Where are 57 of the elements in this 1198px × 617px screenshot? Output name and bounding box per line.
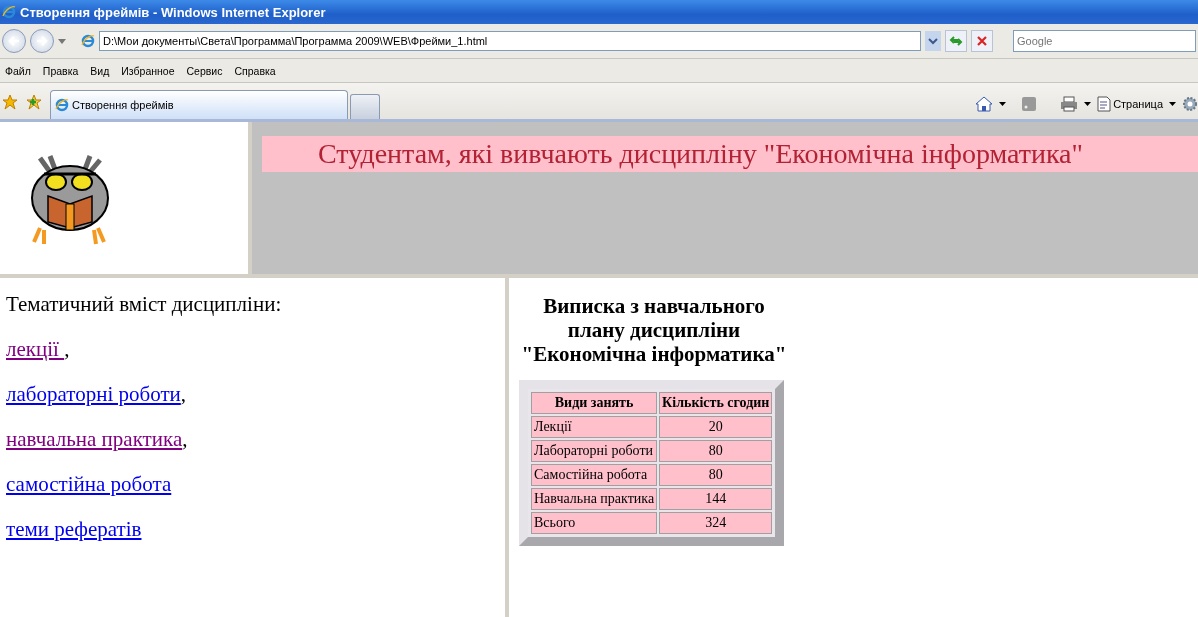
table-cell: 80: [659, 464, 773, 487]
settings-icon[interactable]: [1182, 96, 1198, 112]
comma-text: ,: [64, 337, 70, 361]
column-header: Кількість сгодин: [659, 392, 773, 415]
printer-icon[interactable]: [1060, 96, 1079, 112]
comma-text: ,: [180, 382, 187, 406]
section-heading: Тематичний вміст дисципліни:: [6, 292, 282, 316]
back-button[interactable]: [2, 29, 26, 53]
window-title: Створення фреймів - Windows Internet Explorer: [20, 4, 326, 20]
table-cell: 324: [659, 512, 773, 535]
back-arrow-icon: [7, 35, 21, 47]
table-cell: Всього: [531, 512, 658, 535]
topic-link[interactable]: теми рефератів: [6, 517, 142, 541]
search-field[interactable]: Google: [1013, 30, 1196, 52]
forward-arrow-icon: [35, 35, 49, 47]
browser-tab[interactable]: Створення фреймів: [50, 90, 348, 119]
table-cell: Лабораторні роботи: [531, 440, 658, 463]
caret-icon[interactable]: [999, 102, 1007, 106]
caret-icon[interactable]: [1084, 102, 1092, 106]
topic-link[interactable]: лабораторні роботи: [6, 382, 181, 406]
page-icon: [1097, 96, 1112, 112]
topic-link[interactable]: лекції: [6, 337, 65, 361]
menu-item[interactable]: Избранное: [116, 64, 182, 77]
star-icon[interactable]: [2, 94, 18, 110]
stop-button[interactable]: [971, 30, 993, 52]
banner-text: Студентам, які вивчають дисципліну "Економічна інформатика": [262, 136, 1198, 172]
topic-link[interactable]: самостійна робота: [6, 472, 172, 496]
caret-icon[interactable]: [1169, 102, 1176, 106]
ie-logo-icon: [81, 34, 95, 48]
page-menu-button[interactable]: Страница: [1097, 96, 1163, 112]
menu-item[interactable]: Вид: [85, 64, 117, 77]
table-cell: 144: [659, 488, 773, 511]
new-tab-button[interactable]: [350, 94, 380, 119]
comma-text: ,: [182, 427, 188, 451]
forward-button[interactable]: [30, 29, 54, 53]
dropdown-arrow-icon[interactable]: [58, 38, 66, 44]
ie-logo-icon: [2, 5, 16, 19]
table-cell: 80: [659, 440, 773, 463]
content-heading: Виписка з навчального плану дисципліни "Економічна інформатика": [520, 294, 788, 367]
table-cell: Самостійна робота: [531, 464, 658, 487]
menu-item[interactable]: Справка: [229, 64, 283, 77]
home-icon[interactable]: [975, 96, 994, 112]
table-cell: Навчальна практика: [531, 488, 658, 511]
menu-item[interactable]: Файл: [0, 64, 38, 77]
menu-item[interactable]: Сервис: [181, 64, 230, 77]
column-header: Види занять: [531, 392, 658, 415]
ie-logo-icon: [55, 98, 69, 112]
refresh-arrows-icon: [949, 34, 963, 48]
topic-link[interactable]: навчальна практика: [6, 427, 183, 451]
add-favorite-icon[interactable]: [26, 94, 42, 110]
feed-icon[interactable]: [1022, 97, 1037, 111]
menu-item[interactable]: Правка: [37, 64, 86, 77]
address-field[interactable]: D:\Мои документы\Света\Программа\Программа 2009\WEB\Фрейми_1.html: [99, 31, 921, 51]
table-cell: Лекції: [531, 416, 658, 439]
close-icon: [976, 35, 988, 47]
refresh-button[interactable]: [945, 30, 967, 52]
table-cell: 20: [659, 416, 773, 439]
